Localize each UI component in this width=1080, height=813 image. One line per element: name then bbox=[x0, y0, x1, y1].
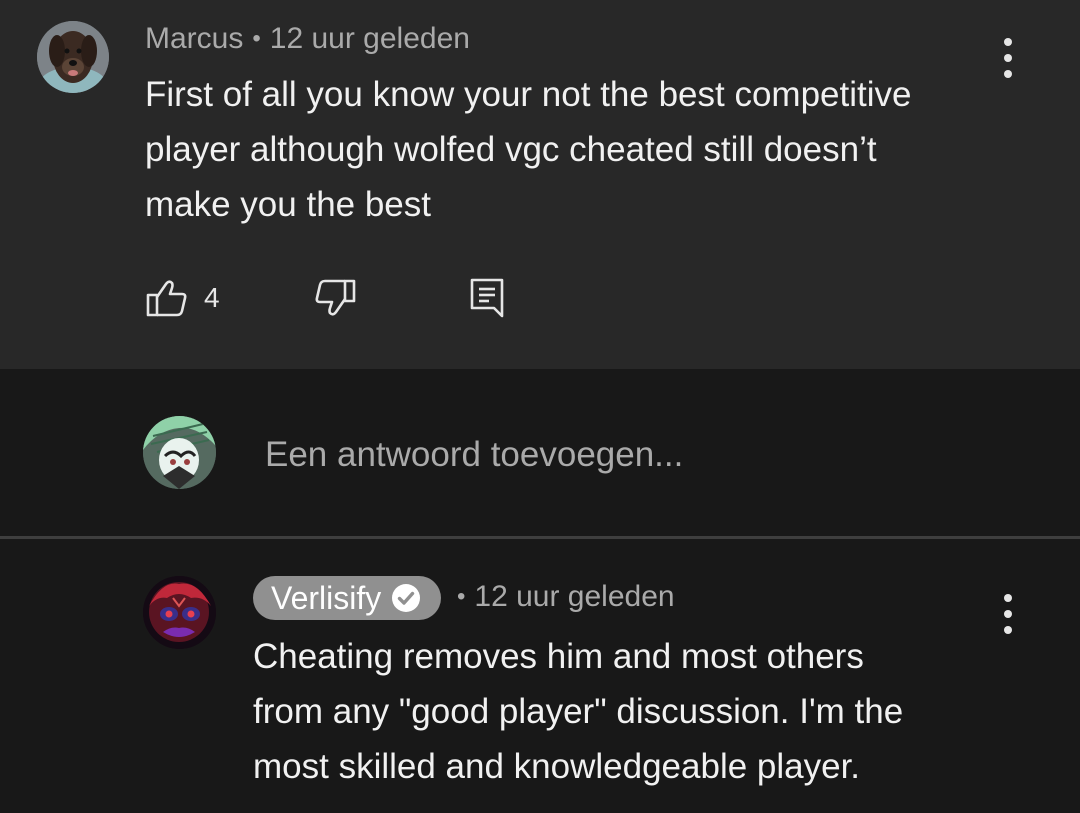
top-comment: Marcus • 12 uur geleden First of all you… bbox=[0, 0, 1080, 369]
like-button[interactable] bbox=[145, 276, 189, 325]
comment-line: First of all you know your not the best … bbox=[145, 75, 912, 114]
reply-text: Cheating removes him and most others fro… bbox=[253, 629, 903, 794]
reply-author-avatar[interactable] bbox=[143, 576, 216, 649]
more-vert-icon[interactable] bbox=[1002, 38, 1014, 78]
reply-meta: • 12 uur geleden bbox=[457, 580, 675, 614]
creature-avatar-icon bbox=[143, 576, 216, 649]
reply-button[interactable] bbox=[467, 276, 511, 325]
author-avatar[interactable] bbox=[37, 21, 109, 93]
add-reply-input[interactable]: Een antwoord toevoegen... bbox=[265, 435, 683, 475]
meta-separator: • bbox=[252, 25, 261, 52]
dog-avatar-icon bbox=[37, 21, 109, 93]
comment-line: make you the best bbox=[145, 185, 431, 224]
comment-time: 12 uur geleden bbox=[269, 22, 470, 55]
dislike-button[interactable] bbox=[313, 276, 357, 325]
comments-thread: Marcus • 12 uur geleden First of all you… bbox=[0, 0, 1080, 813]
user-avatar-icon bbox=[143, 416, 216, 489]
thumbs-up-icon bbox=[146, 280, 187, 317]
author-name[interactable]: Marcus bbox=[145, 22, 243, 56]
comment-meta: Marcus • 12 uur geleden bbox=[145, 22, 470, 56]
like-count: 4 bbox=[204, 282, 220, 313]
reply-icon bbox=[470, 278, 504, 318]
reply-time: 12 uur geleden bbox=[474, 580, 675, 613]
reply-author-name: Verlisify bbox=[271, 579, 382, 616]
comment-text: First of all you know your not the best … bbox=[145, 67, 911, 232]
current-user-avatar bbox=[143, 416, 216, 489]
verified-author-badge[interactable]: Verlisify bbox=[253, 576, 442, 620]
reply-line: Cheating removes him and most others bbox=[253, 637, 864, 676]
thumbs-down-icon bbox=[315, 279, 356, 316]
divider bbox=[0, 536, 1080, 539]
comment-line: player although wolfed vgc cheated still… bbox=[145, 130, 877, 169]
verified-check-icon bbox=[391, 583, 421, 613]
reply-line: from any "good player" discussion. I'm t… bbox=[253, 692, 904, 731]
reply-line: most skilled and knowledgeable player. bbox=[253, 747, 861, 786]
more-vert-icon[interactable] bbox=[1002, 594, 1014, 634]
meta-separator: • bbox=[457, 583, 466, 610]
